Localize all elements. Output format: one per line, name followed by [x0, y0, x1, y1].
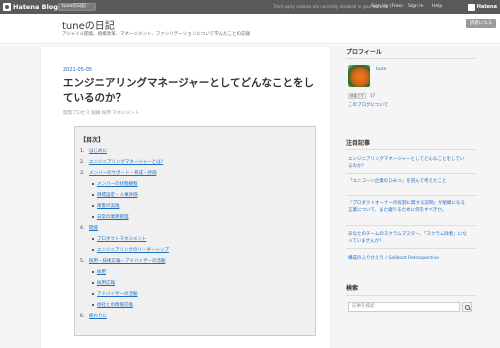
bullet-icon	[92, 271, 94, 273]
featured-heading: 注目記事	[346, 140, 371, 147]
divider	[346, 149, 476, 150]
toc-subitem[interactable]: 日常の業務管理	[97, 214, 129, 220]
toc-item[interactable]: 1. はじめに	[80, 148, 107, 154]
bullet-icon	[92, 205, 94, 207]
reader-button[interactable]: 読者です	[348, 93, 366, 99]
divider	[346, 173, 476, 174]
help-link[interactable]: Help	[432, 4, 442, 9]
blog-title[interactable]: tuneの日記	[62, 17, 115, 32]
hatena-blog-logo-text: Hatena Blog	[13, 3, 58, 11]
global-bar: Hatena Blog tuneの日記 Third party cookies …	[0, 0, 500, 14]
toc-subitem[interactable]: 目標設定・人事評価	[97, 192, 138, 198]
toc-title: 【目次】	[80, 137, 105, 144]
reader-count: 17	[370, 93, 376, 98]
toc-item[interactable]: 3. メンバーのサポート・育成・評価	[80, 170, 157, 176]
table-of-contents: 【目次】 1. はじめに 2. エンジニアリングマネージャーとは? 3. メンバーのサ…	[74, 126, 316, 336]
bullet-icon	[92, 304, 94, 306]
bullet-icon	[92, 183, 94, 185]
sign-in-link[interactable]: Sign In	[408, 4, 423, 9]
about-blog-link[interactable]: このブログについて	[348, 102, 388, 108]
article-title[interactable]: エンジニアリングマネージャーとしてどんなことをしているのか？	[63, 76, 323, 106]
blog-header: tuneの日記 アジャイル開発、組織改革、マネージメント、ファシリテーションにつ…	[0, 14, 500, 44]
divider	[346, 58, 476, 59]
toc-subitem[interactable]: アドバイザーの活動	[97, 291, 138, 297]
featured-article-link[interactable]: エンジニアリングマネージャーとしてどんなことをしているのか？	[348, 156, 468, 170]
blog-selector[interactable]: tuneの日記	[58, 3, 96, 11]
search-icon[interactable]	[462, 302, 472, 312]
hatena-blog-logo[interactable]: Hatena Blog	[3, 3, 58, 11]
bullet-icon	[92, 293, 94, 295]
bullet-icon	[92, 282, 94, 284]
toc-subitem[interactable]: 障害の実践	[97, 203, 120, 209]
toc-subitem[interactable]: 他社との情報交換	[97, 302, 133, 308]
divider	[346, 195, 476, 196]
username-link[interactable]: tune	[376, 67, 386, 72]
blog-description: アジャイル開発、組織改革、マネージメント、ファシリテーションについて学んだことの…	[62, 32, 251, 37]
sign-up-link[interactable]: Sign Up (Free)	[371, 4, 403, 9]
toc-item[interactable]: 5. 採用・技術広報・アドバイザーの活動	[80, 258, 166, 264]
toc-subitem[interactable]: エンジニアリングのリーダーシップ	[97, 247, 169, 253]
divider	[346, 295, 476, 296]
featured-article-link[interactable]: 『プロダクトオーナーの役割に関する説明』が組織になる言葉について、また綴りるため…	[348, 200, 468, 214]
toc-subitem[interactable]: メンバーの状態観察	[97, 181, 138, 187]
featured-article-link[interactable]: あなたのチームのスクラムマスター、「スクラム除者」になっていませんか？	[348, 231, 468, 245]
featured-article-link[interactable]: 構成のふりかえり / Sailboat Retrospective	[348, 255, 468, 262]
bullet-icon	[92, 238, 94, 240]
article: 2021-05-05 エンジニアリングマネージャーとしてどんなことをしているのか…	[40, 47, 331, 348]
hatena-blog-icon	[3, 3, 11, 11]
hatena-label: Hatena	[476, 4, 497, 10]
bullet-icon	[92, 249, 94, 251]
toc-item[interactable]: 2. エンジニアリングマネージャーとは?	[80, 159, 163, 165]
hatena-link[interactable]: Hatena	[467, 3, 497, 11]
toc-subitem[interactable]: 採用	[97, 269, 106, 275]
search-input[interactable]: 記事を検索	[348, 302, 460, 312]
article-date[interactable]: 2021-05-05	[63, 67, 92, 73]
toc-item[interactable]: 6. 終わりに	[80, 313, 107, 319]
featured-article-link[interactable]: 「ユニコーン企業のひみつ」を読んで考えたこと	[348, 178, 468, 185]
bullet-icon	[92, 194, 94, 196]
toc-subitem[interactable]: 採用広報	[97, 280, 115, 286]
subscribe-button[interactable]: 読者になる	[466, 19, 496, 28]
article-categories[interactable]: 開発プロセス 組織 採用 マネジメント	[63, 110, 139, 116]
divider	[346, 248, 476, 249]
bullet-icon	[92, 216, 94, 218]
avatar[interactable]	[348, 65, 370, 87]
profile-heading: プロフィール	[346, 49, 382, 56]
sidebar: プロフィール tune 読者です 17 このブログについて 注目記事 エンジニア…	[346, 45, 476, 348]
toc-item[interactable]: 4. 開発	[80, 225, 98, 231]
hatena-icon	[467, 3, 475, 11]
toc-subitem[interactable]: プロダクトマネジメント	[97, 236, 147, 242]
search-heading: 検索	[346, 285, 359, 292]
divider	[346, 225, 476, 226]
